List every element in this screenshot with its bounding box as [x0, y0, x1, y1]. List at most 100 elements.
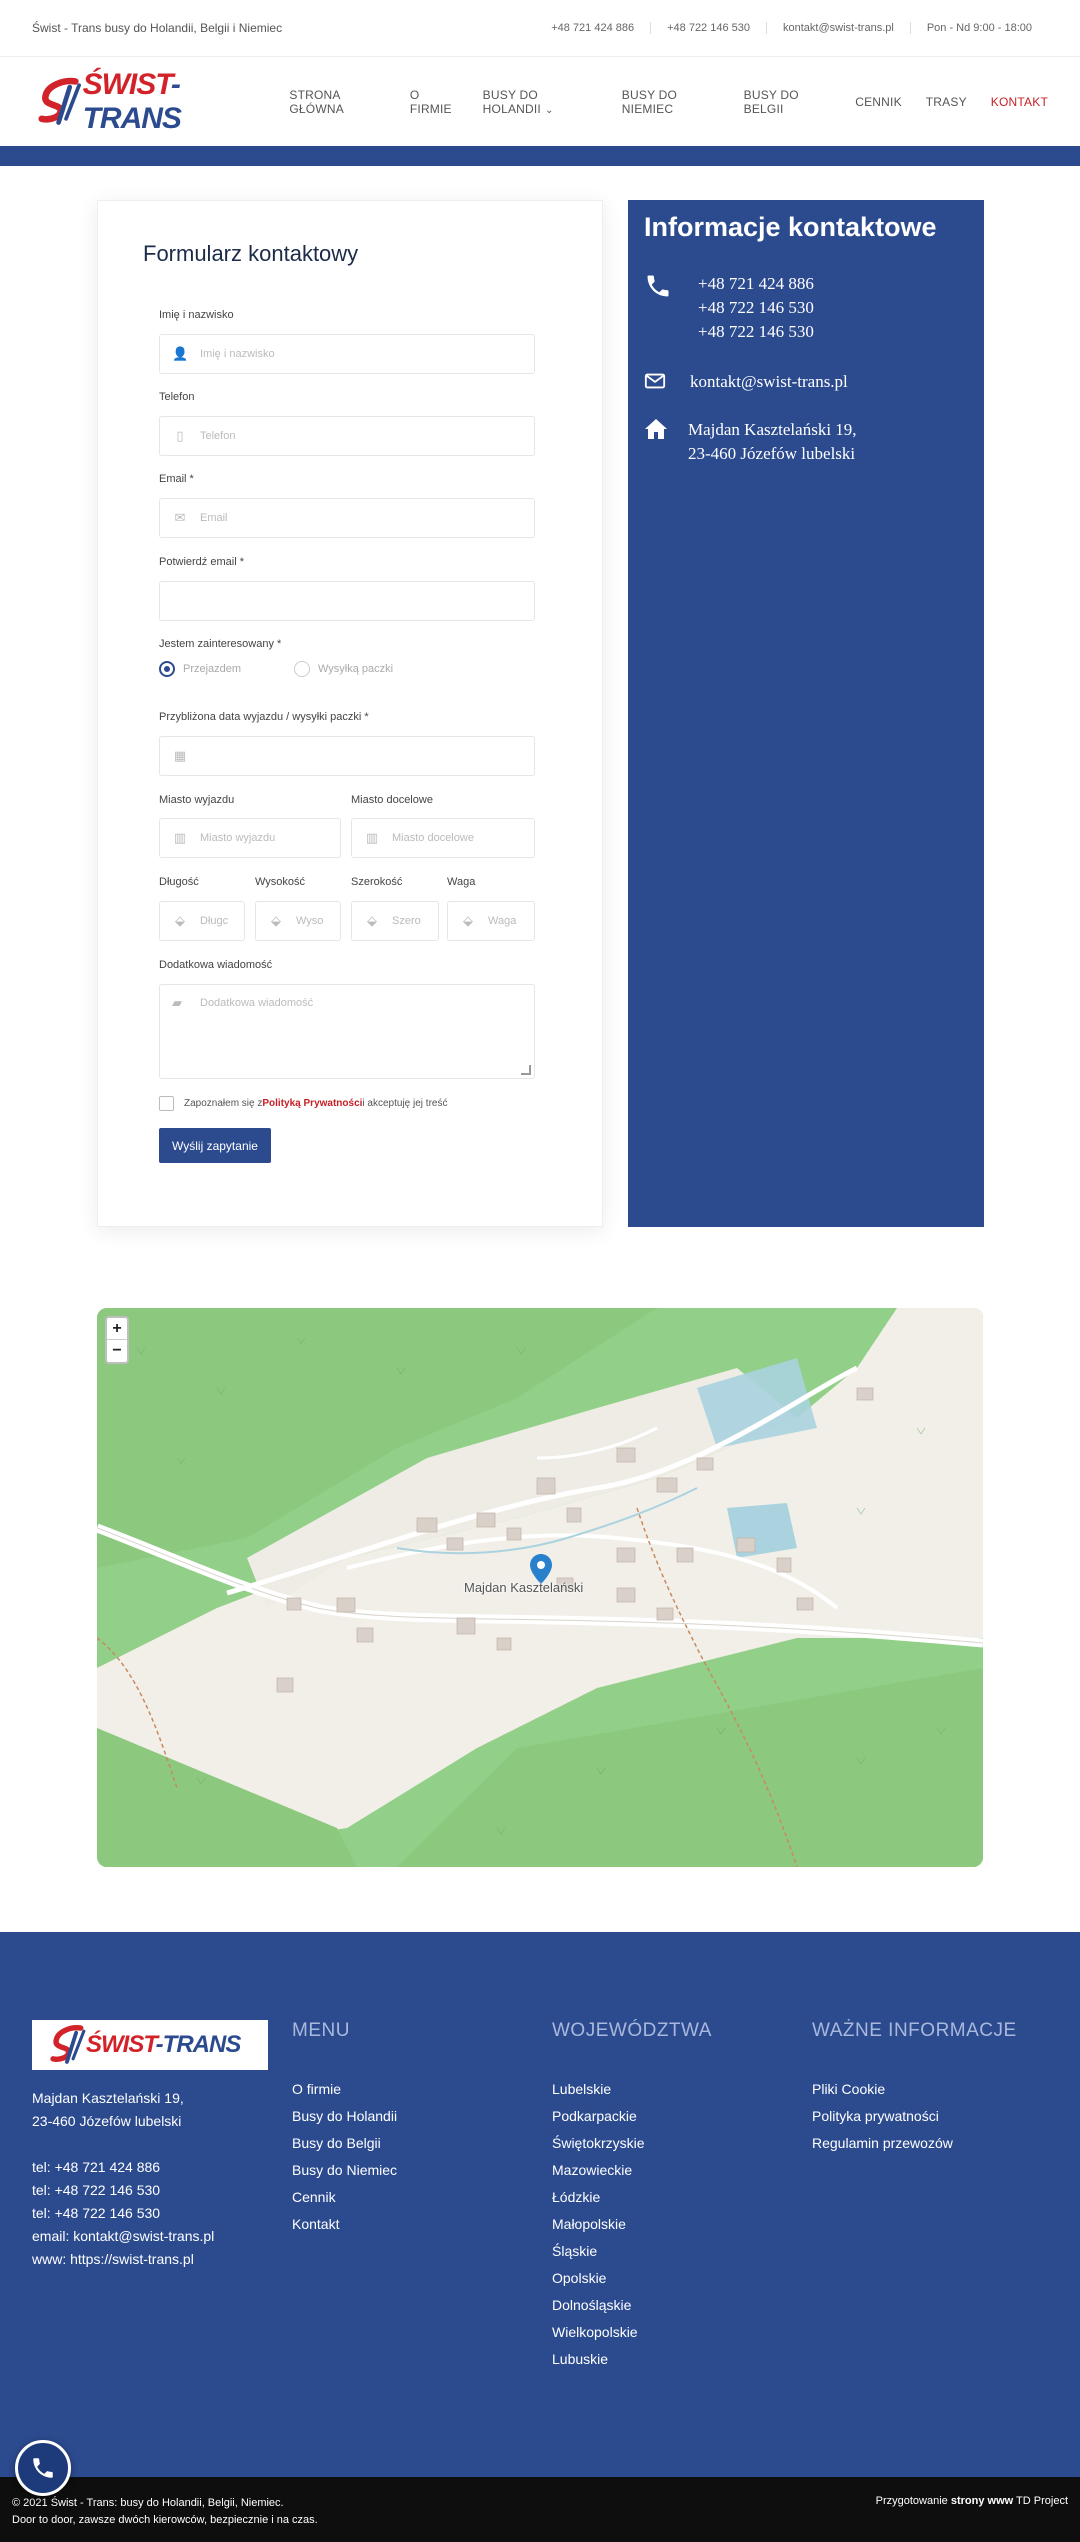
site-logo[interactable]: ŚWIST-TRANS — [38, 68, 265, 135]
footer-woj-link[interactable]: Lubelskie — [552, 2076, 712, 2103]
footer-info-link[interactable]: Regulamin przewozów — [812, 2130, 1017, 2157]
footer-woj-link[interactable]: Opolskie — [552, 2265, 712, 2292]
nav-contact[interactable]: KONTAKT — [991, 95, 1048, 109]
footer-logo-wordmark: ŚWIST-TRANS — [86, 2031, 241, 2059]
nav-about[interactable]: O FIRMIE — [410, 88, 459, 116]
radio-travel[interactable]: Przejazdem — [159, 661, 241, 677]
footer-menu-link[interactable]: Busy do Holandii — [292, 2103, 397, 2130]
footer-email[interactable]: email: kontakt@swist-trans.pl — [32, 2225, 214, 2248]
length-input[interactable]: ⬙ Długc — [159, 901, 245, 941]
email-input[interactable]: ✉ Email — [159, 498, 535, 538]
footer-menu-link[interactable]: O firmie — [292, 2076, 397, 2103]
consent-text-post: i akceptuję jej treść — [362, 1098, 448, 1109]
footer-woj-link[interactable]: Podkarpackie — [552, 2103, 712, 2130]
zoom-in-button[interactable]: + — [107, 1318, 127, 1340]
to-city-label: Miasto docelowe — [351, 794, 433, 806]
logo-swoosh-icon — [38, 77, 81, 125]
name-placeholder: Imię i nazwisko — [200, 348, 275, 360]
phone-input[interactable]: ▯ Telefon — [159, 416, 535, 456]
nav-holland[interactable]: BUSY DO HOLANDII ⌄ — [483, 88, 598, 116]
date-input[interactable]: ▦ — [159, 736, 535, 776]
footer-woj-link[interactable]: Wielkopolskie — [552, 2319, 712, 2346]
confirm-email-input[interactable] — [159, 581, 535, 621]
info-phone-3[interactable]: +48 722 146 530 — [698, 320, 814, 344]
call-button[interactable] — [15, 2440, 71, 2496]
consent-checkbox[interactable] — [159, 1096, 174, 1111]
from-city-label: Miasto wyjazdu — [159, 794, 235, 806]
location-map[interactable]: + − Majdan Kasztelański — [97, 1308, 983, 1867]
footer-important-info: WAŻNE INFORMACJE Pliki Cookie Polityka p… — [812, 2020, 1017, 2157]
footer-woj-link[interactable]: Łódzkie — [552, 2184, 712, 2211]
height-input[interactable]: ⬙ Wyso — [255, 901, 341, 941]
logo-part1: ŚWIST — [82, 67, 172, 101]
footer-menu-title: MENU — [292, 2020, 350, 2041]
footer-tel-2[interactable]: tel: +48 722 146 530 — [32, 2179, 214, 2202]
privacy-policy-link[interactable]: Polityką Prywatności — [262, 1098, 362, 1109]
footer-address-1: Majdan Kasztelański 19, — [32, 2090, 184, 2106]
logo-wordmark: ŚWIST-TRANS — [83, 68, 266, 136]
phone-icon — [644, 272, 672, 344]
logo-dash: - — [170, 67, 181, 101]
to-city-placeholder: Miasto docelowe — [392, 832, 474, 844]
footer-menu-link[interactable]: Busy do Belgii — [292, 2130, 397, 2157]
to-city-input[interactable]: ▥ Miasto docelowe — [351, 818, 535, 858]
message-placeholder: Dodatkowa wiadomość — [200, 997, 314, 1009]
message-textarea[interactable]: ▰ Dodatkowa wiadomość — [159, 984, 535, 1079]
length-label: Długość — [159, 876, 199, 888]
box-icon: ⬙ — [175, 913, 185, 928]
footer-woj-link[interactable]: Dolnośląskie — [552, 2292, 712, 2319]
footer-menu-link[interactable]: Cennik — [292, 2184, 397, 2211]
top-phone2-link[interactable]: +48 722 146 530 — [650, 22, 766, 34]
info-phone-2[interactable]: +48 722 146 530 — [698, 296, 814, 320]
info-title: Informacje kontaktowe — [644, 212, 937, 242]
nav-germany[interactable]: BUSY DO NIEMIEC — [622, 88, 720, 116]
footer-info-link[interactable]: Polityka prywatności — [812, 2103, 1017, 2130]
info-email[interactable]: kontakt@swist-trans.pl — [690, 370, 848, 398]
nav-belgium[interactable]: BUSY DO BELGII — [744, 88, 832, 116]
nav-pricing[interactable]: CENNIK — [855, 95, 902, 109]
top-phone-link[interactable]: +48 721 424 886 — [535, 22, 650, 34]
resize-handle[interactable] — [521, 1065, 531, 1075]
footer-info-link[interactable]: Pliki Cookie — [812, 2076, 1017, 2103]
box-icon: ⬙ — [271, 913, 281, 928]
nav-routes[interactable]: TRASY — [926, 95, 967, 109]
footer-woj-link[interactable]: Świętokrzyskie — [552, 2130, 712, 2157]
credit[interactable]: Przygotowanie strony www TD Project — [876, 2495, 1068, 2507]
logo-swoosh-icon — [50, 2025, 86, 2064]
chat-icon: ▰ — [172, 995, 182, 1010]
info-address-2: 23-460 Józefów lubelski — [688, 444, 856, 463]
submit-button[interactable]: Wyślij zapytanie — [159, 1128, 271, 1163]
bottom-bar: © 2021 Świst - Trans: busy do Holandii, … — [0, 2477, 1080, 2542]
home-icon — [644, 418, 672, 466]
footer-woj-link[interactable]: Mazowieckie — [552, 2157, 712, 2184]
radio-parcel[interactable]: Wysyłką paczki — [294, 661, 393, 677]
date-label: Przybliżona data wyjazdu / wysyłki paczk… — [159, 711, 369, 723]
footer-menu-link[interactable]: Busy do Niemiec — [292, 2157, 397, 2184]
contact-form: Formularz kontaktowy Imię i nazwisko 👤 Im… — [97, 200, 603, 1227]
footer-voivodeships: WOJEWÓDZTWA Lubelskie Podkarpackie Święt… — [552, 2020, 712, 2373]
interest-label: Jestem zainteresowany * — [159, 638, 282, 650]
footer-tel-1[interactable]: tel: +48 721 424 886 — [32, 2156, 214, 2179]
footer-menu-link[interactable]: Kontakt — [292, 2211, 397, 2238]
credit-post: TD Project — [1013, 2495, 1068, 2507]
consent-row: Zapoznałem się z Polityką Prywatności i … — [159, 1096, 447, 1111]
footer-woj-link[interactable]: Małopolskie — [552, 2211, 712, 2238]
info-phone-1[interactable]: +48 721 424 886 — [698, 272, 814, 296]
radio-travel-label: Przejazdem — [183, 663, 242, 675]
top-email-link[interactable]: kontakt@swist-trans.pl — [766, 22, 910, 34]
copyright: © 2021 Świst - Trans: busy do Holandii, … — [12, 2495, 318, 2529]
weight-input[interactable]: ⬙ Waga — [447, 901, 535, 941]
width-input[interactable]: ⬙ Szero — [351, 901, 439, 941]
confirm-email-label: Potwierdź email * — [159, 556, 244, 568]
footer-woj-link[interactable]: Śląskie — [552, 2238, 712, 2265]
contact-info-panel: Informacje kontaktowe +48 721 424 886 +4… — [628, 200, 984, 1227]
nav-home[interactable]: STRONA GŁÓWNA — [289, 88, 385, 116]
footer-www[interactable]: www: https://swist-trans.pl — [32, 2248, 214, 2271]
footer-logo[interactable]: ŚWIST-TRANS — [32, 2020, 268, 2070]
name-input[interactable]: 👤 Imię i nazwisko — [159, 334, 535, 374]
footer-tel-3[interactable]: tel: +48 722 146 530 — [32, 2202, 214, 2225]
footer-woj-link[interactable]: Lubuskie — [552, 2346, 712, 2373]
zoom-out-button[interactable]: − — [107, 1340, 127, 1362]
tagline: Świst - Trans busy do Holandii, Belgii i… — [32, 21, 283, 35]
from-city-input[interactable]: ▥ Miasto wyjazdu — [159, 818, 341, 858]
